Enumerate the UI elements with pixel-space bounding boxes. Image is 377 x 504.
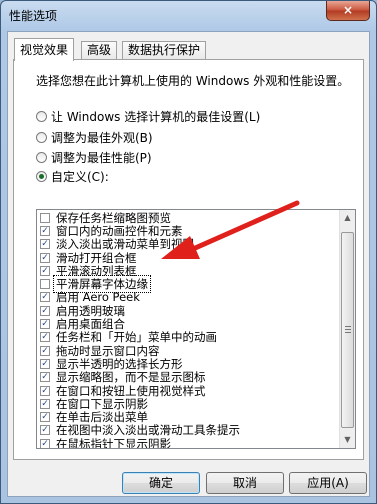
tab-data-execution-prevention[interactable]: 数据执行保护 bbox=[122, 41, 207, 60]
close-button[interactable]: × bbox=[326, 1, 370, 21]
radio-option-1[interactable]: 调整为最佳外观(B) bbox=[36, 128, 153, 146]
checkbox-icon[interactable] bbox=[40, 212, 50, 223]
ok-button[interactable]: 确定 bbox=[122, 472, 200, 494]
visual-effects-panel: 选择您想在此计算机上使用的 Windows 外观和性能设置。 让 Windows… bbox=[13, 59, 364, 460]
radio-label: 让 Windows 选择计算机的最佳设置(L) bbox=[51, 109, 261, 124]
checkbox-icon[interactable]: ✓ bbox=[40, 385, 50, 396]
radio-button-icon[interactable] bbox=[36, 151, 47, 163]
radio-option-0[interactable]: 让 Windows 选择计算机的最佳设置(L) bbox=[36, 107, 260, 125]
radio-label: 调整为最佳性能(P) bbox=[51, 150, 152, 165]
scrollbar-thumb[interactable] bbox=[341, 232, 354, 428]
checkbox-icon[interactable]: ✓ bbox=[40, 345, 50, 356]
scroll-up-icon[interactable]: ▲ bbox=[340, 210, 355, 226]
checkbox-icon[interactable]: ✓ bbox=[40, 372, 50, 383]
dialog-client-area: 视觉效果 高级 数据执行保护 选择您想在此计算机上使用的 Windows 外观和… bbox=[7, 31, 370, 497]
tab-visual-effects[interactable]: 视觉效果 bbox=[14, 38, 75, 61]
checkbox-icon[interactable]: ✓ bbox=[40, 438, 50, 448]
checkbox-icon[interactable]: ✓ bbox=[40, 319, 50, 330]
effects-scrollbar[interactable]: ▲ ▼ bbox=[339, 210, 355, 448]
checkbox-icon[interactable]: ✓ bbox=[40, 358, 50, 369]
effect-item[interactable]: ✓ 在鼠标指针下显示阴影 bbox=[37, 436, 341, 449]
window-title: 性能选项 bbox=[9, 9, 58, 23]
performance-options-window: 性能选项 × 视觉效果 高级 数据执行保护 选择您想在此计算机上使用的 Wind… bbox=[0, 0, 377, 504]
radio-label: 调整为最佳外观(B) bbox=[51, 130, 153, 145]
radio-label: 自定义(C): bbox=[51, 169, 109, 184]
effects-listbox[interactable]: 保存任务栏缩略图预览 ✓ 窗口内的动画控件和元素 ✓ 淡入淡出或滑动菜单到视图 ✓ 滑动打开… bbox=[36, 209, 356, 449]
checkbox-icon[interactable]: ✓ bbox=[40, 252, 50, 263]
close-icon: × bbox=[342, 3, 354, 17]
grip-icon bbox=[345, 326, 351, 333]
tab-advanced[interactable]: 高级 bbox=[81, 41, 118, 60]
checkbox-icon[interactable]: ✓ bbox=[40, 412, 50, 423]
effects-list: 保存任务栏缩略图预览 ✓ 窗口内的动画控件和元素 ✓ 淡入淡出或滑动菜单到视图 ✓ 滑动打开… bbox=[37, 211, 341, 449]
checkbox-icon[interactable]: ✓ bbox=[40, 398, 50, 409]
radio-button-icon[interactable] bbox=[36, 131, 47, 143]
checkbox-icon[interactable]: ✓ bbox=[40, 265, 50, 276]
effect-label: 在鼠标指针下显示阴影 bbox=[56, 436, 171, 449]
checkbox-icon[interactable]: ✓ bbox=[40, 305, 50, 316]
scroll-down-icon[interactable]: ▼ bbox=[340, 432, 355, 448]
apply-button[interactable]: 应用(A) bbox=[289, 472, 367, 494]
checkbox-icon[interactable] bbox=[40, 279, 50, 290]
radio-button-icon[interactable] bbox=[36, 170, 47, 182]
radio-option-3[interactable]: 自定义(C): bbox=[36, 167, 109, 185]
checkbox-icon[interactable]: ✓ bbox=[40, 225, 50, 236]
panel-description: 选择您想在此计算机上使用的 Windows 外观和性能设置。 bbox=[36, 74, 350, 88]
cancel-button[interactable]: 取消 bbox=[206, 472, 284, 494]
checkbox-icon[interactable]: ✓ bbox=[40, 332, 50, 343]
title-bar: 性能选项 × bbox=[1, 1, 376, 31]
checkbox-icon[interactable]: ✓ bbox=[40, 239, 50, 250]
checkbox-icon[interactable]: ✓ bbox=[40, 425, 50, 436]
radio-button-icon[interactable] bbox=[36, 110, 47, 122]
radio-option-2[interactable]: 调整为最佳性能(P) bbox=[36, 148, 152, 166]
checkbox-icon[interactable]: ✓ bbox=[40, 292, 50, 303]
